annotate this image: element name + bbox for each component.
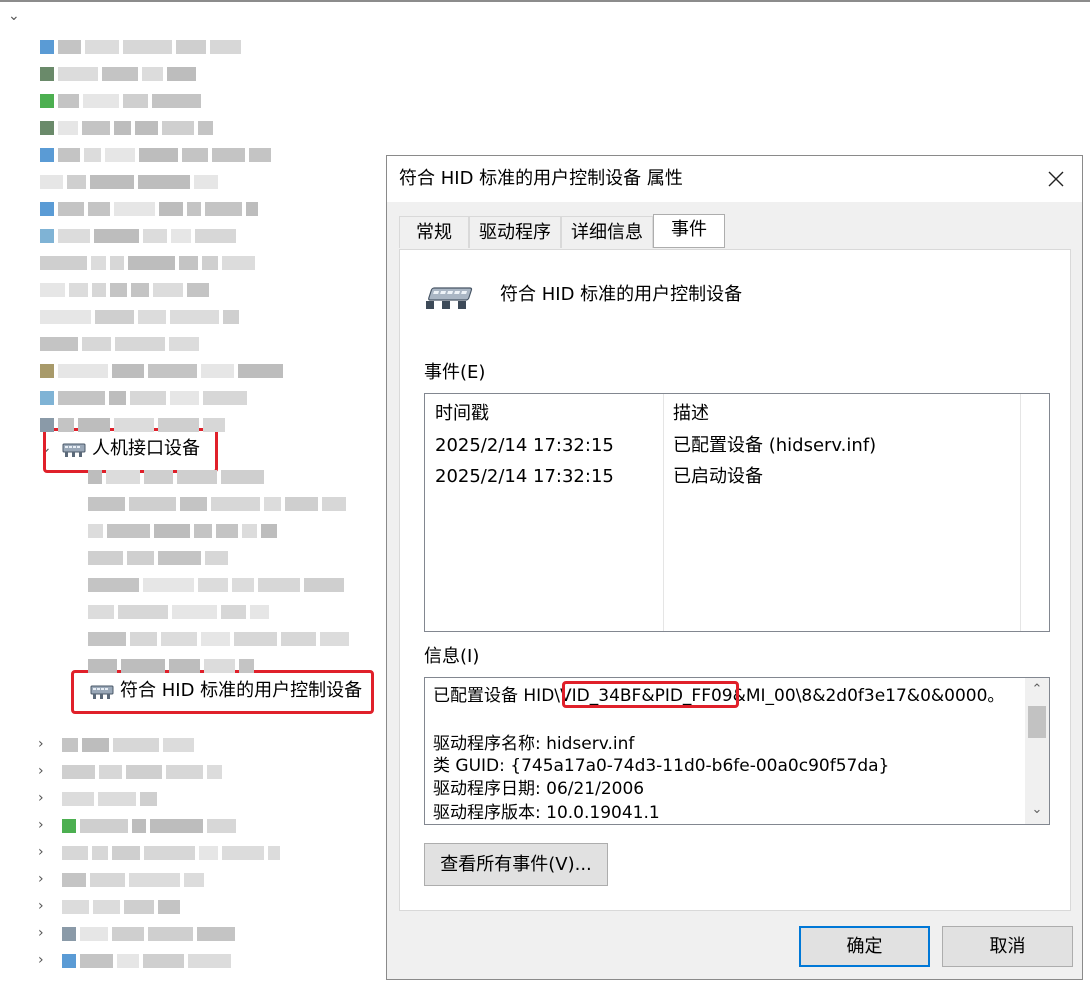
chevron-right-icon[interactable]: › <box>38 734 44 754</box>
blurred-tree-row <box>40 337 199 351</box>
highlight-box-category <box>43 428 218 473</box>
blurred-tree-row <box>88 551 228 565</box>
event-row-1-time[interactable]: 2025/2/14 17:32:15 <box>435 434 614 458</box>
ok-button[interactable]: 确定 <box>799 926 930 967</box>
blurred-tree-row <box>88 470 264 484</box>
blurred-tree-row <box>40 175 218 189</box>
scroll-down-icon[interactable]: ⌄ <box>1025 800 1049 820</box>
device-tree: ⌄ ⌄ 人机接口设备 符合 HID 标准的用户控制设备 › › › › › › › › › <box>0 0 385 990</box>
blurred-tree-row <box>40 364 283 378</box>
info-label: 信息(I) <box>424 646 480 667</box>
chevron-right-icon[interactable]: › <box>38 869 44 889</box>
chevron-right-icon[interactable]: › <box>38 923 44 943</box>
blurred-tree-row <box>40 310 239 324</box>
blurred-tree-row <box>88 497 346 511</box>
event-row-2-desc[interactable]: 已启动设备 <box>673 465 763 489</box>
blurred-tree-row <box>62 792 157 806</box>
blurred-tree-row <box>40 256 255 270</box>
events-tab-panel: 符合 HID 标准的用户控制设备 事件(E) 时间戳 描述 2025/2/14 … <box>399 249 1071 911</box>
tab-driver[interactable]: 驱动程序 <box>469 216 561 248</box>
properties-dialog: 符合 HID 标准的用户控制设备 属性 常规 驱动程序 详细信息 事件 符合 H… <box>386 155 1083 980</box>
chevron-down-icon[interactable]: ⌄ <box>8 6 20 26</box>
scrollbar-thumb[interactable] <box>1028 706 1046 738</box>
event-row-1-desc[interactable]: 已配置设备 (hidserv.inf) <box>673 434 876 458</box>
view-all-events-button[interactable]: 查看所有事件(V)... <box>424 843 608 886</box>
blurred-tree-row <box>62 765 222 779</box>
blurred-tree-row <box>62 873 204 887</box>
chevron-right-icon[interactable]: › <box>38 788 44 808</box>
blurred-tree-row <box>40 202 258 216</box>
blurred-tree-row <box>62 738 194 752</box>
column-divider <box>1020 394 1021 631</box>
device-name: 符合 HID 标准的用户控制设备 <box>500 284 743 305</box>
blurred-tree-row <box>88 524 277 538</box>
info-scrollbar[interactable]: ⌃ ⌄ <box>1025 678 1049 824</box>
blurred-tree-row <box>40 121 213 135</box>
blurred-tree-row <box>40 283 209 297</box>
blurred-tree-row <box>40 229 236 243</box>
close-icon <box>1048 171 1064 187</box>
info-line: 类 GUID: {745a17a0-74d3-11d0-b6fe-00a0c90… <box>433 756 890 776</box>
chevron-right-icon[interactable]: › <box>38 815 44 835</box>
blurred-tree-row <box>88 605 269 619</box>
blurred-tree-row <box>88 632 349 646</box>
events-list[interactable]: 时间戳 描述 2025/2/14 17:32:15 已配置设备 (hidserv… <box>424 393 1050 632</box>
cancel-button[interactable]: 取消 <box>942 926 1073 967</box>
highlight-box-vid-pid <box>562 681 739 708</box>
info-textbox[interactable]: 已配置设备 HID\VID_34BF&PID_FF09&MI_00\8&2d0f… <box>424 677 1050 825</box>
tab-details[interactable]: 详细信息 <box>561 216 653 248</box>
info-line: 驱动程序日期: 06/21/2006 <box>433 779 645 799</box>
hid-device-large-icon <box>426 287 473 309</box>
blurred-tree-row <box>62 846 280 860</box>
blurred-tree-row <box>62 900 180 914</box>
close-button[interactable] <box>1038 162 1074 196</box>
highlight-box-device <box>71 670 374 714</box>
blurred-tree-row <box>40 94 201 108</box>
dialog-titlebar[interactable]: 符合 HID 标准的用户控制设备 属性 <box>387 156 1082 202</box>
events-label: 事件(E) <box>424 362 486 383</box>
column-divider <box>663 394 664 631</box>
blurred-tree-row <box>40 391 247 405</box>
blurred-tree-row <box>40 148 271 162</box>
tab-general[interactable]: 常规 <box>399 216 469 248</box>
blurred-tree-row <box>62 954 231 968</box>
column-header-description[interactable]: 描述 <box>673 402 709 426</box>
chevron-right-icon[interactable]: › <box>38 842 44 862</box>
blurred-tree-row <box>62 927 235 941</box>
blurred-tree-row <box>40 40 241 54</box>
chevron-right-icon[interactable]: › <box>38 950 44 970</box>
event-row-2-time[interactable]: 2025/2/14 17:32:15 <box>435 465 614 489</box>
info-line: 驱动程序名称: hidserv.inf <box>433 734 635 754</box>
tab-events[interactable]: 事件 <box>653 214 725 248</box>
blurred-tree-row <box>40 418 225 432</box>
chevron-right-icon[interactable]: › <box>38 761 44 781</box>
blurred-tree-row <box>88 659 254 673</box>
info-line: 驱动程序版本: 10.0.19041.1 <box>433 803 660 823</box>
column-header-timestamp[interactable]: 时间戳 <box>435 402 489 426</box>
blurred-tree-row <box>62 819 236 833</box>
scroll-up-icon[interactable]: ⌃ <box>1025 680 1049 700</box>
chevron-right-icon[interactable]: › <box>38 896 44 916</box>
dialog-title: 符合 HID 标准的用户控制设备 属性 <box>399 168 683 189</box>
blurred-tree-row <box>40 67 196 81</box>
blurred-tree-row <box>88 578 344 592</box>
